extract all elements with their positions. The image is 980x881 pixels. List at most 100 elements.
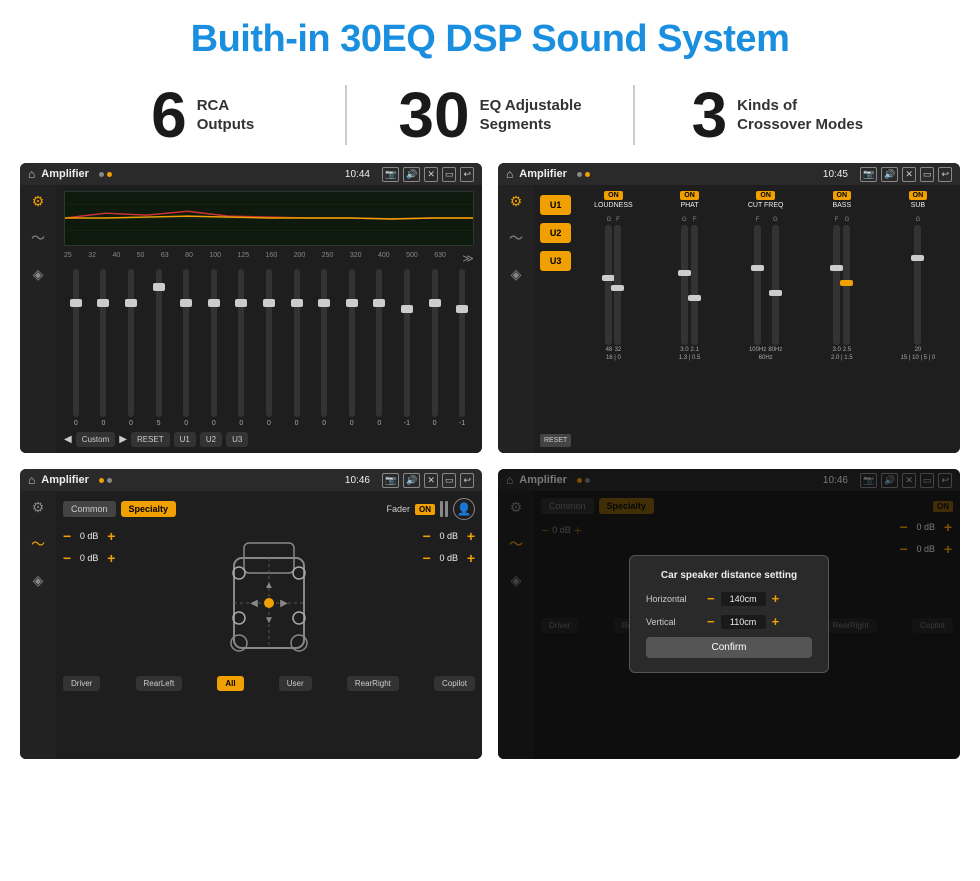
bass-g-thumb[interactable] [840,280,853,286]
eq-thumb-9[interactable] [291,299,303,307]
eq-track-13[interactable] [404,269,410,417]
phat-g-thumb[interactable] [678,270,691,276]
horizontal-value: 140cm [721,592,766,606]
stat-rca: 6 RCAOutputs [60,83,345,147]
specialty-tab[interactable]: Specialty [121,501,177,517]
confirm-button[interactable]: Confirm [646,637,812,658]
crossover-sidebar-icon3[interactable]: ◈ [511,266,522,283]
eq-thumb-2[interactable] [97,299,109,307]
eq-track-6[interactable] [211,269,217,417]
eq-track-1[interactable] [73,269,79,417]
crossover-sidebar-icon2[interactable]: 〜 [509,228,523,248]
eq-sidebar-icon1[interactable]: ⚙ [32,193,45,210]
u3-btn[interactable]: U3 [226,432,248,447]
phat-f-track[interactable] [691,225,698,345]
u2-btn[interactable]: U2 [200,432,222,447]
plus-2[interactable]: + [107,550,115,566]
sub-g-thumb[interactable] [911,255,924,261]
vertical-minus[interactable]: − [707,614,715,629]
fader-sidebar-icon1[interactable]: ⚙ [32,499,45,516]
plus-4[interactable]: + [467,550,475,566]
eq-thumb-3[interactable] [125,299,137,307]
horizontal-minus[interactable]: − [707,591,715,606]
eq-track-15[interactable] [459,269,465,417]
common-tab[interactable]: Common [63,501,116,517]
rearright-btn[interactable]: RearRight [347,676,399,691]
eq-track-12[interactable] [376,269,382,417]
loudness-f-thumb[interactable] [611,285,624,291]
all-btn[interactable]: All [217,676,243,691]
eq-thumb-14[interactable] [429,299,441,307]
eq-track-9[interactable] [294,269,300,417]
u2-preset[interactable]: U2 [540,223,571,243]
eq-track-11[interactable] [349,269,355,417]
fader-sidebar-icon2[interactable]: 〜 [31,534,45,554]
plus-1[interactable]: + [107,528,115,544]
phat-g-track[interactable] [681,225,688,345]
bass-f-thumb[interactable] [830,265,843,271]
reset-btn[interactable]: RESET [131,432,170,447]
eq-track-7[interactable] [238,269,244,417]
plus-3[interactable]: + [467,528,475,544]
user-btn[interactable]: User [279,676,312,691]
eq-thumb-6[interactable] [208,299,220,307]
eq-sidebar-icon3[interactable]: ◈ [33,266,44,283]
minus-3[interactable]: − [423,528,431,544]
eq-slider-11: 0 [340,269,364,427]
eq-track-5[interactable] [183,269,189,417]
horizontal-plus[interactable]: + [772,591,780,606]
cutfreq-f-track[interactable] [754,225,761,345]
eq-thumb-12[interactable] [373,299,385,307]
eq-thumb-15[interactable] [456,305,468,313]
u3-preset[interactable]: U3 [540,251,571,271]
custom-btn[interactable]: Custom [76,432,116,447]
phat-f-thumb[interactable] [688,295,701,301]
loudness-on[interactable]: ON [604,191,623,200]
rearleft-btn[interactable]: RearLeft [136,676,183,691]
eq-sidebar-icon2[interactable]: 〜 [31,228,45,248]
minus-2[interactable]: − [63,550,71,566]
eq-track-2[interactable] [100,269,106,417]
prev-icon[interactable]: ◀ [64,434,72,445]
cutfreq-g-track[interactable] [772,225,779,345]
eq-thumb-8[interactable] [263,299,275,307]
fader-on-badge[interactable]: ON [415,504,435,515]
fader-sidebar-icon3[interactable]: ◈ [33,572,44,589]
vertical-plus[interactable]: + [772,614,780,629]
home-icon: ⌂ [28,167,35,181]
loudness-f-track[interactable] [614,225,621,345]
cutfreq-on[interactable]: ON [756,191,775,200]
bass-g-track[interactable] [843,225,850,345]
driver-btn[interactable]: Driver [63,676,100,691]
bass-on[interactable]: ON [833,191,852,200]
sub-g-track[interactable] [914,225,921,345]
copilot-btn[interactable]: Copilot [434,676,475,691]
crossover-sidebar-icon1[interactable]: ⚙ [510,193,523,210]
eq-track-10[interactable] [321,269,327,417]
play-icon[interactable]: ▶ [119,434,127,445]
eq-thumb-5[interactable] [180,299,192,307]
u1-btn[interactable]: U1 [174,432,196,447]
eq-track-8[interactable] [266,269,272,417]
phat-slider-group: G 3.0 F [680,213,699,353]
crossover-reset-btn[interactable]: RESET [540,434,571,447]
bass-f-track[interactable] [833,225,840,345]
phat-on[interactable]: ON [680,191,699,200]
eq-track-3[interactable] [128,269,134,417]
eq-thumb-1[interactable] [70,299,82,307]
sub-on[interactable]: ON [909,191,928,200]
eq-thumb-13[interactable] [401,305,413,313]
expand-arrows[interactable]: ≫ [462,252,474,265]
minus-4[interactable]: − [423,550,431,566]
eq-thumb-10[interactable] [318,299,330,307]
eq-thumb-7[interactable] [235,299,247,307]
cutfreq-g-thumb[interactable] [769,290,782,296]
eq-track-4[interactable] [156,269,162,417]
eq-thumb-11[interactable] [346,299,358,307]
close-icon-2: ✕ [902,167,916,182]
eq-track-14[interactable] [432,269,438,417]
u1-preset[interactable]: U1 [540,195,571,215]
minus-1[interactable]: − [63,528,71,544]
cutfreq-f-thumb[interactable] [751,265,764,271]
eq-thumb-4[interactable] [153,283,165,291]
